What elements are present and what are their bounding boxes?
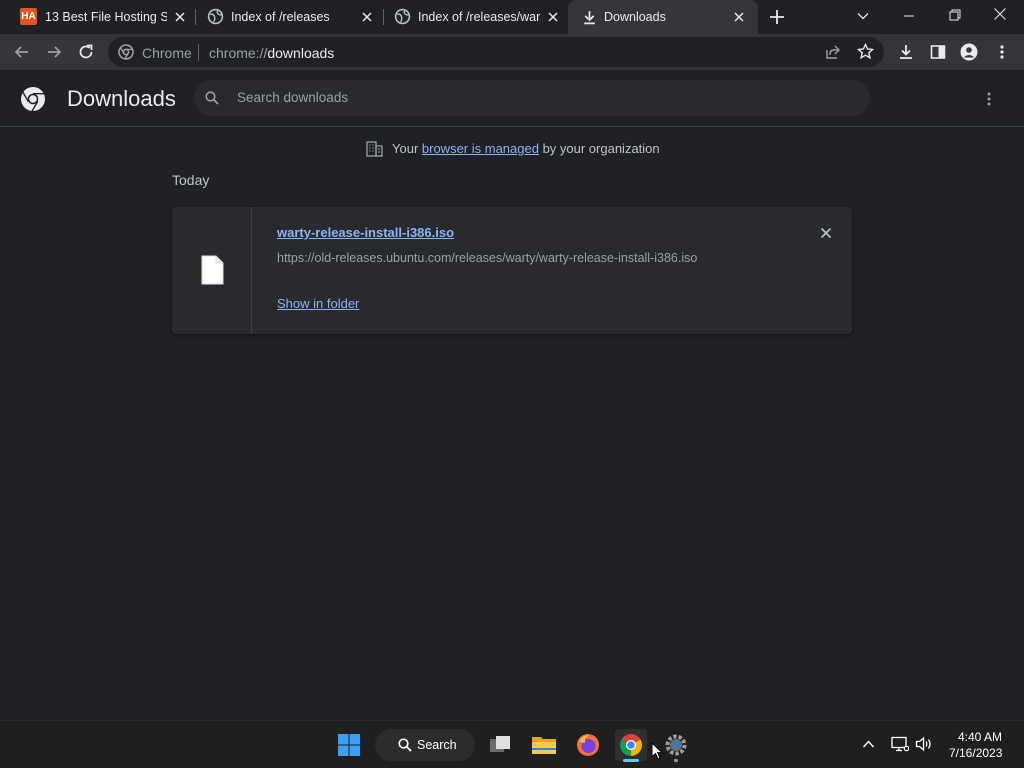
share-icon[interactable] — [825, 44, 841, 60]
side-panel-icon — [930, 45, 946, 59]
volume-icon[interactable] — [915, 736, 933, 752]
tab-title: Downloads — [604, 10, 666, 24]
page-title: Downloads — [67, 86, 176, 111]
chrome-icon — [620, 734, 642, 756]
profile-button[interactable] — [959, 42, 979, 62]
minimize-icon[interactable] — [902, 9, 916, 23]
download-icon — [584, 11, 595, 25]
file-explorer-button[interactable] — [528, 729, 560, 761]
firefox-icon — [577, 734, 599, 756]
remove-item-close-icon[interactable] — [820, 227, 832, 239]
settings-button[interactable] — [660, 729, 692, 762]
globe-icon — [207, 8, 224, 25]
back-icon — [14, 46, 28, 58]
managed-text: Your browser is managed by your organiza… — [392, 141, 660, 156]
download-source-url[interactable]: https://old-releases.ubuntu.com/releases… — [277, 251, 697, 265]
firefox-button[interactable] — [572, 729, 604, 761]
downloads-header: Downloads Search downloads — [0, 70, 1024, 127]
downloads-button[interactable] — [896, 42, 916, 62]
network-icon[interactable] — [891, 736, 909, 752]
reload-button[interactable] — [76, 42, 96, 62]
browser-toolbar: Chrome chrome://downloads — [0, 34, 1024, 70]
reload-icon — [79, 44, 93, 59]
clock-time[interactable]: 4:40 AM — [958, 730, 1002, 744]
building-icon — [366, 141, 383, 157]
chrome-taskbar-button[interactable] — [615, 729, 647, 762]
globe-icon — [394, 8, 411, 25]
active-app-indicator — [623, 759, 639, 762]
menu-icon — [1000, 45, 1004, 59]
taskbar-search-button[interactable]: Search — [375, 729, 475, 761]
search-icon — [398, 738, 412, 752]
url-host: downloads — [267, 45, 335, 61]
close-icon[interactable] — [174, 11, 186, 23]
forward-icon — [48, 46, 62, 58]
site-label: Chrome — [142, 45, 192, 61]
side-panel-button[interactable] — [928, 42, 948, 62]
more-actions-icon[interactable] — [987, 91, 991, 107]
omnibox-divider — [198, 44, 199, 61]
start-button[interactable] — [333, 729, 365, 761]
chevron-down-icon[interactable] — [856, 9, 870, 23]
task-view-button[interactable] — [484, 729, 516, 761]
download-filename-link[interactable]: warty-release-install-i386.iso — [277, 225, 454, 240]
back-button[interactable] — [12, 42, 32, 62]
windows-taskbar: Search 4:40 AM 7/16/2023 — [0, 720, 1024, 768]
managed-suffix: by your organization — [538, 141, 660, 156]
task-view-icon — [490, 736, 510, 752]
managed-prefix: Your — [392, 141, 422, 156]
tab-downloads[interactable]: Downloads — [568, 0, 758, 34]
close-icon[interactable] — [733, 11, 745, 23]
tab-title: 13 Best File Hosting Se — [45, 10, 167, 24]
clock-date[interactable]: 7/16/2023 — [949, 746, 1002, 760]
tab-releases[interactable]: Index of /releases — [196, 0, 382, 34]
show-in-folder-link[interactable]: Show in folder — [277, 296, 359, 311]
running-app-indicator — [674, 759, 678, 762]
forward-button[interactable] — [44, 42, 64, 62]
ha-logo-text: HA — [21, 11, 36, 22]
search-placeholder: Search downloads — [237, 90, 349, 105]
date-section-heading: Today — [172, 172, 210, 188]
close-icon[interactable] — [361, 11, 373, 23]
chrome-logo-icon — [21, 87, 45, 112]
window-close-icon[interactable] — [993, 7, 1007, 21]
search-downloads-input[interactable]: Search downloads — [194, 80, 870, 116]
chevron-up-icon[interactable] — [862, 739, 875, 749]
browser-managed-link[interactable]: browser is managed — [422, 141, 539, 156]
taskbar-search-label: Search — [417, 738, 457, 752]
star-icon[interactable] — [857, 43, 874, 60]
chrome-menu-button[interactable] — [992, 42, 1012, 62]
download-item-card: warty-release-install-i386.iso https://o… — [172, 207, 852, 334]
close-icon[interactable] — [547, 11, 559, 23]
tab-title: Index of /releases/wart — [418, 10, 540, 24]
chrome-logo-icon — [118, 44, 134, 60]
file-icon — [201, 255, 224, 285]
new-tab-plus-icon[interactable] — [769, 9, 785, 25]
mouse-cursor-icon — [651, 742, 663, 760]
tab-file-hosting[interactable]: HA 13 Best File Hosting Se — [8, 0, 194, 34]
windows-start-icon — [338, 734, 360, 756]
file-icon-column — [172, 207, 252, 334]
tab-strip: HA 13 Best File Hosting Se Index of /rel… — [0, 0, 1024, 34]
url-text[interactable]: chrome://downloads — [209, 45, 334, 61]
settings-icon — [665, 734, 687, 756]
ha-logo-icon: HA — [20, 8, 37, 25]
restore-icon[interactable] — [948, 8, 962, 22]
file-explorer-icon — [532, 737, 556, 754]
tab-title: Index of /releases — [231, 10, 330, 24]
url-prefix: chrome:// — [209, 45, 268, 61]
tab-releases-warty[interactable]: Index of /releases/wart — [384, 0, 568, 34]
search-icon — [205, 91, 219, 105]
address-bar[interactable]: Chrome chrome://downloads — [108, 37, 884, 67]
profile-icon — [960, 43, 978, 61]
download-icon — [900, 45, 912, 59]
